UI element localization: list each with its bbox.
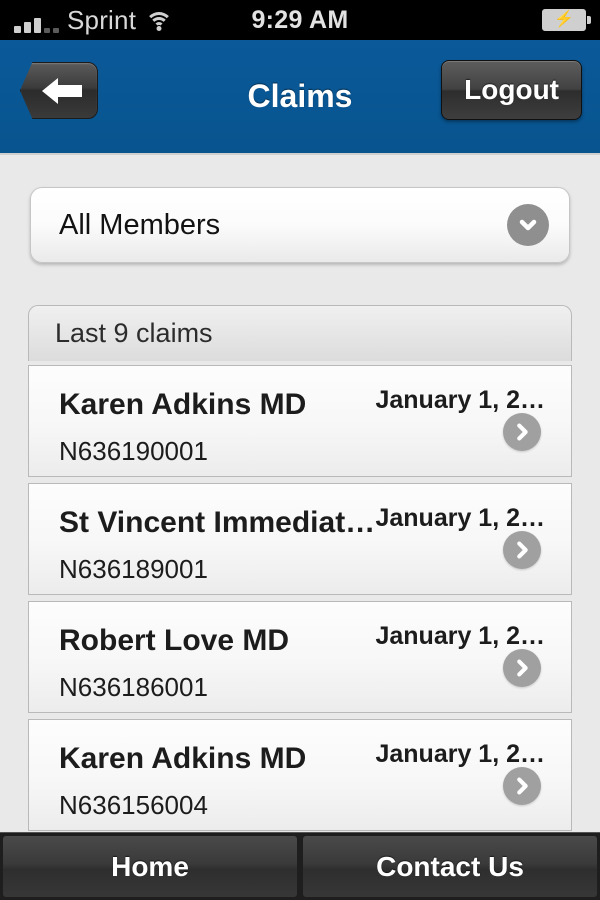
claim-date: January 1, 2… [375, 622, 545, 650]
table-row[interactable]: Robert Love MD January 1, 2… N636186001 [28, 601, 572, 713]
chevron-right-icon[interactable] [503, 531, 541, 569]
member-filter-value: All Members [59, 208, 221, 241]
claim-provider: St Vincent Immediat… [59, 506, 376, 539]
claim-provider: Robert Love MD [59, 624, 290, 657]
battery-charging-icon: ⚡ [542, 9, 591, 31]
claims-panel: Last 9 claims Karen Adkins MD January 1,… [0, 263, 600, 831]
claim-number: N636186001 [59, 672, 208, 702]
claim-number: N636190001 [59, 436, 208, 466]
claims-panel-header: Last 9 claims [28, 305, 572, 361]
claim-date: January 1, 2… [375, 504, 545, 532]
claim-date: January 1, 2… [375, 386, 545, 414]
chevron-right-icon[interactable] [503, 413, 541, 451]
chevron-right-icon[interactable] [503, 767, 541, 805]
tab-bar: Home Contact Us [0, 832, 600, 900]
tab-home[interactable]: Home [3, 836, 297, 897]
phone-screen: Sprint 9:29 AM ⚡ Claims Logout All Membe… [0, 0, 600, 900]
chevron-right-icon[interactable] [503, 649, 541, 687]
charging-bolt-glyph: ⚡ [554, 11, 574, 28]
claim-number: N636156004 [59, 790, 208, 820]
member-filter-container: All Members [0, 155, 600, 263]
main-content: All Members Last 9 claims Karen Adkins M… [0, 155, 600, 831]
navigation-bar: Claims Logout [0, 40, 600, 155]
table-row[interactable]: Karen Adkins MD January 1, 2… N636190001 [28, 365, 572, 477]
status-bar: Sprint 9:29 AM ⚡ [0, 0, 600, 40]
claims-list: Karen Adkins MD January 1, 2… N636190001… [28, 365, 572, 831]
claim-date: January 1, 2… [375, 740, 545, 768]
member-filter-select[interactable]: All Members [30, 187, 570, 263]
tab-contact-us[interactable]: Contact Us [303, 836, 597, 897]
claim-number: N636189001 [59, 554, 208, 584]
claim-provider: Karen Adkins MD [59, 742, 307, 775]
claim-provider: Karen Adkins MD [59, 388, 307, 421]
logout-button[interactable]: Logout [441, 60, 582, 120]
chevron-down-icon[interactable] [507, 204, 549, 246]
status-bar-clock: 9:29 AM [251, 6, 349, 34]
table-row[interactable]: Karen Adkins MD January 1, 2… N636156004 [28, 719, 572, 831]
table-row[interactable]: St Vincent Immediat… January 1, 2… N6361… [28, 483, 572, 595]
